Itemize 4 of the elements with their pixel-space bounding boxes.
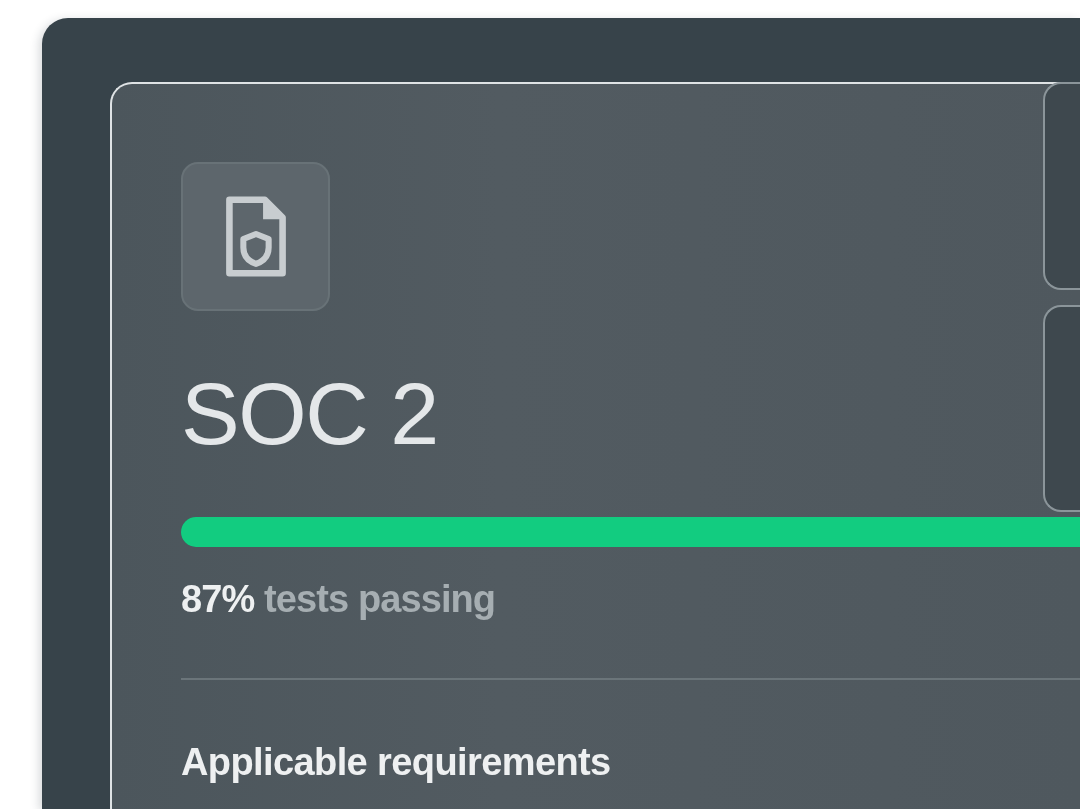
section-heading: Applicable requirements: [181, 743, 611, 781]
tests-passing-summary: 87% tests passing: [181, 580, 496, 618]
document-shield-icon: [181, 162, 330, 311]
framework-title: SOC 2: [181, 370, 438, 458]
